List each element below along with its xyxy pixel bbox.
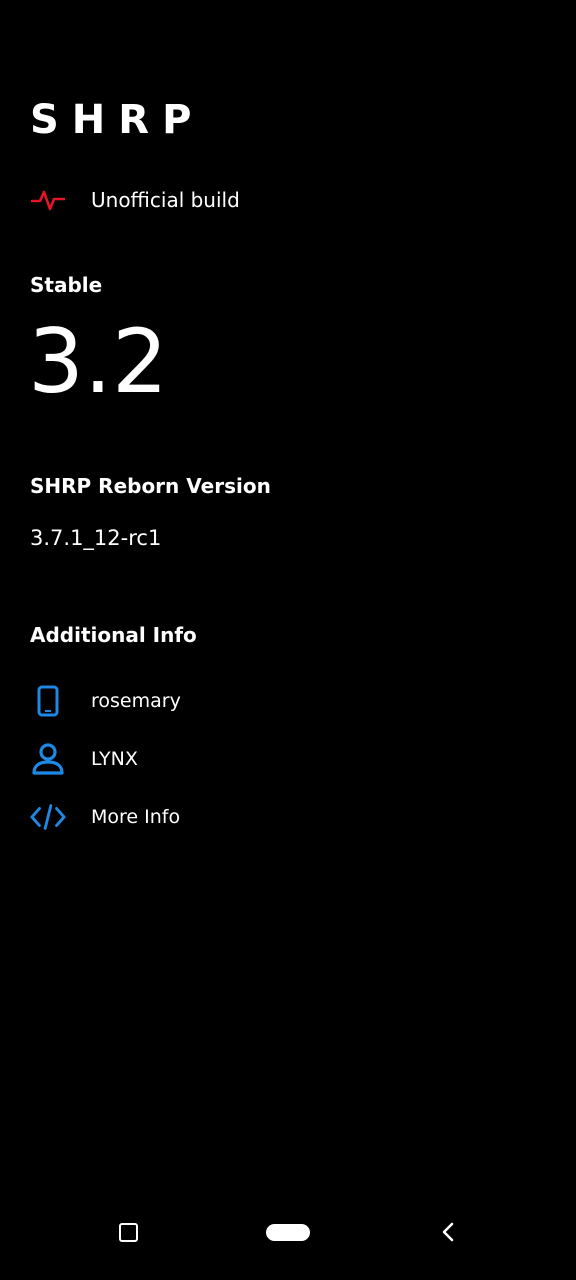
system-navigation-bar bbox=[0, 1200, 576, 1264]
reborn-version-heading: SHRP Reborn Version bbox=[30, 474, 271, 498]
info-item-label: rosemary bbox=[91, 690, 181, 712]
home-button[interactable] bbox=[260, 1204, 316, 1260]
build-status: Unofficial build bbox=[30, 180, 240, 220]
additional-info-heading: Additional Info bbox=[30, 623, 197, 647]
info-item-maintainer[interactable]: LYNX bbox=[30, 740, 181, 778]
person-icon bbox=[30, 741, 66, 777]
build-status-label: Unofficial build bbox=[91, 188, 240, 212]
info-item-label: LYNX bbox=[91, 748, 138, 770]
chevron-left-icon bbox=[442, 1222, 454, 1242]
reborn-version-value: 3.7.1_12-rc1 bbox=[30, 526, 162, 550]
app-title: SHRP bbox=[30, 97, 205, 143]
code-icon bbox=[30, 799, 66, 835]
phone-icon bbox=[30, 683, 66, 719]
pulse-icon bbox=[30, 182, 66, 218]
recents-icon bbox=[118, 1222, 138, 1242]
info-item-more-info[interactable]: More Info bbox=[30, 798, 181, 836]
recents-button[interactable] bbox=[100, 1204, 156, 1260]
info-item-device[interactable]: rosemary bbox=[30, 682, 181, 720]
back-button[interactable] bbox=[420, 1204, 476, 1260]
version-number: 3.2 bbox=[28, 310, 168, 413]
home-pill-icon bbox=[266, 1223, 310, 1241]
channel-heading: Stable bbox=[30, 273, 103, 297]
additional-info-list: rosemary LYNX More Info bbox=[30, 682, 181, 856]
info-item-label: More Info bbox=[91, 806, 181, 828]
